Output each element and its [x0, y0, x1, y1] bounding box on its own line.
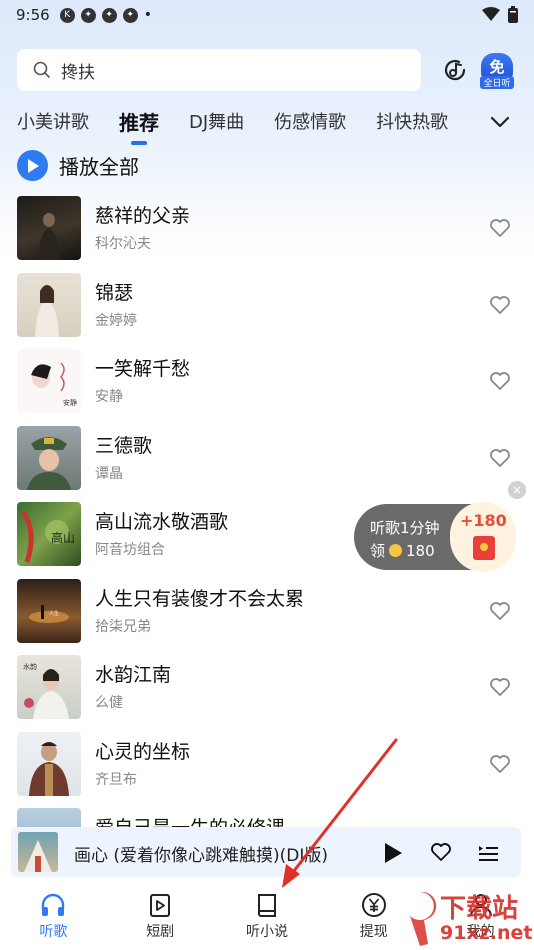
nav-item-novel[interactable]: 听小说 [214, 880, 321, 950]
reward-text: 听歌1分钟 [370, 519, 440, 537]
watermark-url: 91xz.net [440, 922, 533, 944]
search-input[interactable]: 搀扶 [17, 49, 421, 91]
heart-icon[interactable] [489, 218, 511, 238]
reward-amount-row: 领 180 [370, 540, 435, 561]
song-row[interactable]: 安静 一笑解千愁 安静 [0, 347, 534, 424]
song-artist: 齐旦布 [95, 771, 137, 788]
pinwheel-icon: ✦ [80, 7, 96, 23]
song-row[interactable]: 人生 人生只有装傻才不会太累 拾柒兄弟 [0, 577, 534, 654]
tab-sad-songs[interactable]: 伤感情歌 [274, 108, 346, 134]
coin-icon [389, 544, 403, 557]
category-tabs: 小美讲歌 推荐 DJ舞曲 伤感情歌 抖快热歌 [17, 106, 478, 136]
song-artist: 金婷婷 [95, 312, 137, 329]
listen-reward-bubble[interactable]: 听歌1分钟 领 180 +180 [354, 502, 516, 572]
headphones-icon [42, 893, 65, 916]
song-title: 人生只有装傻才不会太累 [95, 587, 305, 610]
pinwheel-icon: ✦ [101, 7, 117, 23]
song-row[interactable]: 三德歌 谭晶 [0, 424, 534, 501]
tab-dj[interactable]: DJ舞曲 [189, 108, 244, 134]
mini-player[interactable]: 画心 (爱着你像心跳难触摸)(DJ版) [11, 827, 521, 877]
heart-icon[interactable] [489, 601, 511, 621]
reward-plus: +180 [460, 511, 507, 530]
reward-amount: 180 [406, 541, 435, 560]
heart-icon[interactable] [489, 754, 511, 774]
svg-text:水韵: 水韵 [23, 662, 37, 671]
svg-text:人生: 人生 [49, 610, 59, 617]
site-watermark: 下载站 91xz.net [400, 888, 534, 950]
tab-xiaomei[interactable]: 小美讲歌 [17, 108, 89, 134]
play-circle-icon [17, 150, 48, 181]
vip-free-listen-badge[interactable]: 免 全日听 [480, 53, 514, 89]
heart-icon[interactable] [489, 677, 511, 697]
tab-recommend[interactable]: 推荐 [119, 107, 159, 136]
song-cover: 高山 [17, 502, 81, 566]
song-artist: 拾柒兄弟 [95, 618, 151, 635]
nav-label: 短剧 [146, 924, 175, 940]
yuan-icon [361, 893, 386, 917]
heart-icon[interactable] [489, 295, 511, 315]
status-right-icons [482, 6, 518, 23]
tab-hot-songs[interactable]: 抖快热歌 [376, 108, 448, 134]
play-square-icon [150, 894, 171, 917]
song-row[interactable]: 心灵的坐标 齐旦布 [0, 730, 534, 807]
nav-label: 听小说 [245, 924, 288, 940]
red-packet-icon [473, 536, 495, 560]
song-row[interactable]: 锦瑟 金婷婷 [0, 271, 534, 348]
close-icon[interactable]: × [508, 481, 526, 499]
status-time: 9:56 [16, 6, 50, 24]
song-cover [17, 196, 81, 260]
mini-player-title: 画心 (爱着你像心跳难触摸)(DJ版) [74, 846, 329, 866]
music-recognition-icon[interactable] [441, 56, 469, 84]
song-title: 锦瑟 [95, 281, 134, 304]
heart-icon[interactable] [489, 448, 511, 468]
search-value: 搀扶 [61, 62, 95, 83]
song-row[interactable]: 慈祥的父亲 科尔沁夫 [0, 194, 534, 271]
playlist-icon[interactable] [477, 842, 499, 864]
song-row[interactable]: 水韵 水韵江南 么健 [0, 653, 534, 730]
song-title: 一笑解千愁 [95, 358, 191, 380]
song-title: 三德歌 [95, 434, 153, 457]
song-title: 高山流水敬酒歌 [95, 511, 229, 533]
battery-icon [508, 6, 518, 23]
status-bar: 9:56 K ✦ ✦ ✦ • [0, 0, 534, 30]
reward-prefix: 领 [370, 542, 386, 560]
song-cover: 安静 [17, 349, 81, 413]
chevron-down-icon[interactable] [488, 110, 512, 134]
svg-text:安静: 安静 [63, 398, 77, 407]
song-cover [17, 272, 81, 337]
heart-icon[interactable] [430, 842, 452, 862]
k-icon: K [59, 7, 75, 23]
song-artist: 安静 [95, 389, 123, 405]
song-cover: 水韵 [17, 655, 81, 719]
book-icon [257, 894, 276, 917]
song-artist: 阿音坊组合 [95, 542, 165, 558]
song-cover [17, 425, 81, 490]
nav-item-listen[interactable]: 听歌 [0, 880, 107, 950]
reward-red-packet[interactable]: +180 [450, 502, 516, 572]
status-dot: • [143, 7, 152, 23]
song-title: 心灵的坐标 [95, 740, 191, 763]
nav-item-short-drama[interactable]: 短剧 [107, 880, 214, 950]
wifi-icon [482, 7, 500, 21]
mini-player-cover [18, 832, 58, 872]
svg-text:高山: 高山 [51, 530, 75, 545]
play-all-label: 播放全部 [59, 155, 139, 179]
song-artist: 谭晶 [95, 465, 123, 482]
vip-badge-label: 全日听 [480, 76, 514, 89]
song-cover [17, 731, 81, 796]
song-cover: 人生 [17, 578, 81, 643]
pinwheel-icon: ✦ [122, 7, 138, 23]
song-artist: 科尔沁夫 [95, 236, 151, 252]
song-artist: 么健 [95, 695, 123, 711]
song-title: 慈祥的父亲 [95, 205, 191, 227]
play-icon[interactable] [383, 842, 403, 864]
play-all-button[interactable]: 播放全部 [17, 150, 139, 181]
nav-label: 听歌 [39, 924, 68, 940]
song-title: 水韵江南 [95, 664, 172, 686]
watermark-text: 下载站 [440, 894, 519, 924]
heart-icon[interactable] [489, 371, 511, 391]
status-notification-icons: K ✦ ✦ ✦ • [59, 7, 152, 23]
search-icon [33, 61, 50, 78]
watermark-logo-icon [410, 891, 437, 946]
